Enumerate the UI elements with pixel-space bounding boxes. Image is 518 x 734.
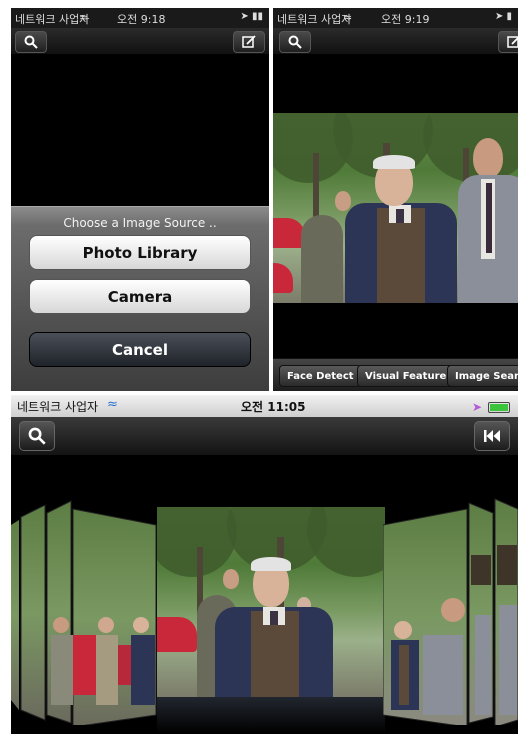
cancel-button[interactable]: Cancel bbox=[29, 332, 251, 367]
coverflow-center-image[interactable] bbox=[157, 507, 385, 697]
compose-icon bbox=[242, 35, 256, 48]
wifi-icon: ≈ bbox=[79, 11, 89, 24]
coverflow-right-stack bbox=[383, 498, 518, 725]
camera-button[interactable]: Camera bbox=[29, 279, 251, 314]
location-battery-icons: ➤ ▮▮ bbox=[240, 11, 263, 22]
coverflow-reflection bbox=[157, 697, 385, 734]
wifi-icon: ≈ bbox=[343, 11, 353, 24]
wifi-icon: ≈ bbox=[107, 397, 118, 412]
compose-button[interactable] bbox=[498, 31, 518, 53]
nav-bar bbox=[11, 28, 269, 55]
panel-coverflow: 네트워크 사업자 ≈ 오전 11:05 ➤ bbox=[11, 395, 518, 734]
coverflow-left-stack bbox=[11, 500, 157, 725]
search-icon bbox=[28, 427, 46, 445]
carrier-label: 네트워크 사업자 bbox=[17, 400, 99, 414]
time-label: 오전 11:05 bbox=[241, 400, 306, 414]
search-button[interactable] bbox=[279, 31, 311, 53]
status-bar: 네트워크 사업자 ≈ 오전 11:05 ➤ bbox=[11, 395, 518, 417]
search-button[interactable] bbox=[19, 421, 55, 451]
carrier-label: 네트워크 사업자 bbox=[277, 13, 352, 26]
compose-button[interactable] bbox=[233, 31, 265, 53]
rewind-button[interactable] bbox=[474, 421, 510, 451]
time-label: 오전 9:18 bbox=[117, 13, 166, 26]
search-icon bbox=[288, 35, 302, 49]
panel-image-source-picker: 네트워크 사업자 ≈ 오전 9:18 ➤ ▮▮ Choose a Image S… bbox=[11, 8, 269, 391]
panel-photo-view: 네트워크 사업자 ≈ 오전 9:19 ➤ ▮ Face Detect Visua… bbox=[273, 8, 518, 391]
action-sheet: Choose a Image Source .. Photo Library C… bbox=[11, 206, 269, 391]
nav-bar bbox=[11, 417, 518, 456]
location-battery-icons: ➤ ▮ bbox=[494, 11, 512, 22]
status-bar: 네트워크 사업자 ≈ 오전 9:18 ➤ ▮▮ bbox=[11, 8, 269, 28]
coverflow-view[interactable] bbox=[11, 455, 518, 734]
face-detect-button[interactable]: Face Detect bbox=[279, 365, 362, 387]
status-bar: 네트워크 사업자 ≈ 오전 9:19 ➤ ▮ bbox=[273, 8, 518, 28]
photo-image bbox=[273, 113, 518, 303]
nav-bar bbox=[273, 28, 518, 55]
visual-feature-button[interactable]: Visual Feature bbox=[357, 365, 455, 387]
location-arrow-icon: ➤ bbox=[471, 400, 482, 414]
photo-library-button[interactable]: Photo Library bbox=[29, 235, 251, 270]
search-button[interactable] bbox=[15, 31, 47, 53]
bottom-toolbar: Face Detect Visual Feature Image Search bbox=[273, 358, 518, 391]
compose-icon bbox=[507, 36, 518, 48]
time-label: 오전 9:19 bbox=[381, 13, 430, 26]
sheet-title: Choose a Image Source .. bbox=[63, 216, 217, 230]
image-search-button[interactable]: Image Search bbox=[447, 365, 518, 387]
status-icons: ➤ bbox=[472, 400, 510, 414]
search-icon bbox=[24, 35, 38, 49]
rewind-icon bbox=[484, 430, 500, 442]
battery-icon bbox=[488, 401, 510, 413]
